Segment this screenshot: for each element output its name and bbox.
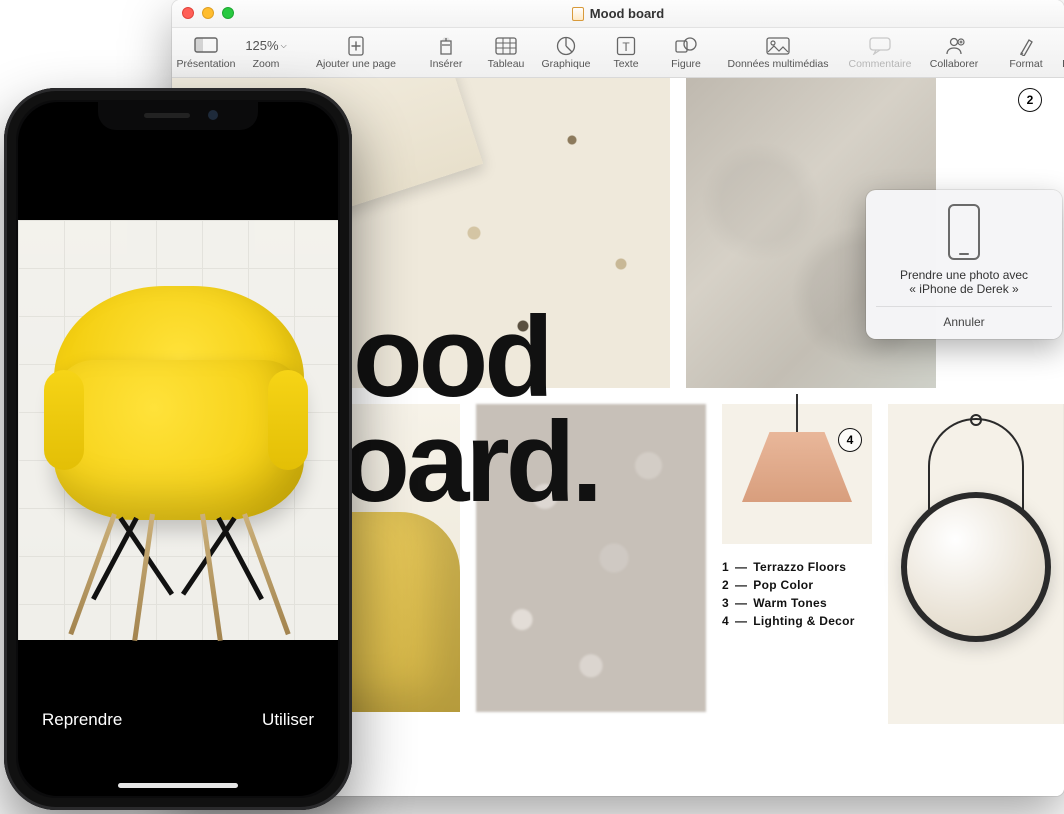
chart-button[interactable]: Graphique (538, 34, 594, 72)
add-page-icon (347, 36, 365, 56)
popover-cancel-button[interactable]: Annuler (876, 306, 1052, 333)
table-button[interactable]: Tableau (478, 34, 534, 72)
legend-row: 1—Terrazzo Floors (722, 560, 882, 574)
media-label: Données multimédias (728, 58, 829, 70)
text-button[interactable]: T Texte (598, 34, 654, 72)
iphone-notch (98, 102, 258, 130)
presentation-label: Présentation (177, 58, 236, 70)
use-photo-button[interactable]: Utiliser (262, 710, 314, 730)
collaborate-icon (943, 36, 965, 56)
document-icon (572, 7, 584, 21)
image-mirror[interactable] (888, 404, 1064, 724)
table-icon (495, 36, 517, 56)
format-icon (1017, 36, 1035, 56)
collaborate-button[interactable]: Collaborer (926, 34, 982, 72)
presentation-button[interactable]: Présentation (178, 34, 234, 72)
media-button[interactable]: Données multimédias (718, 34, 838, 72)
insert-label: Insérer (430, 58, 463, 70)
presentation-icon (194, 36, 218, 56)
continuity-camera-popover: Prendre une photo avec « iPhone de Derek… (866, 190, 1062, 339)
zoom-label: Zoom (253, 58, 280, 70)
popover-text-line2: « iPhone de Derek » (876, 282, 1052, 296)
insert-icon (438, 36, 454, 56)
iphone-screen: Reprendre Utiliser (18, 102, 338, 796)
chair-seat (54, 360, 304, 520)
camera-controls: Reprendre Utiliser (18, 656, 338, 796)
insert-button[interactable]: Insérer (418, 34, 474, 72)
legend-row: 3—Warm Tones (722, 596, 882, 610)
toolbar: Présentation 125%⌵ Zoom Ajouter une page… (172, 28, 1064, 78)
format-button[interactable]: Format (998, 34, 1054, 72)
comment-label: Commentaire (848, 58, 911, 70)
shape-button[interactable]: Figure (658, 34, 714, 72)
add-page-label: Ajouter une page (316, 58, 396, 70)
shape-label: Figure (671, 58, 701, 70)
minimize-icon[interactable] (202, 7, 214, 19)
iphone-device: Reprendre Utiliser (4, 88, 352, 810)
shape-icon (675, 36, 697, 56)
collaborate-label: Collaborer (930, 58, 978, 70)
camera-preview (18, 220, 338, 640)
comment-icon (869, 36, 891, 56)
svg-text:T: T (622, 40, 630, 54)
callout-4[interactable]: 4 (838, 428, 862, 452)
titlebar: Mood board (172, 0, 1064, 28)
image-lamp[interactable] (722, 404, 872, 544)
fullscreen-icon[interactable] (222, 7, 234, 19)
comment-button: Commentaire (842, 34, 918, 72)
chair-arm (268, 370, 308, 470)
text-icon: T (616, 36, 636, 56)
chart-icon (556, 36, 576, 56)
retake-button[interactable]: Reprendre (42, 710, 122, 730)
home-indicator[interactable] (118, 783, 238, 788)
chart-label: Graphique (541, 58, 590, 70)
close-icon[interactable] (182, 7, 194, 19)
callout-2[interactable]: 2 (1018, 88, 1042, 112)
window-controls (182, 7, 234, 19)
media-icon (766, 36, 790, 56)
window-title-text: Mood board (590, 6, 664, 21)
chair-arm (44, 370, 84, 470)
legend-row: 2—Pop Color (722, 578, 882, 592)
add-page-button[interactable]: Ajouter une page (310, 34, 402, 72)
popover-text-line1: Prendre une photo avec (876, 268, 1052, 282)
format-label: Format (1009, 58, 1042, 70)
window-title: Mood board (572, 6, 664, 21)
phone-outline-icon (948, 204, 980, 260)
text-label: Texte (613, 58, 638, 70)
zoom-value: 125%⌵ (245, 36, 286, 56)
table-label: Tableau (488, 58, 525, 70)
zoom-dropdown[interactable]: 125%⌵ Zoom (238, 34, 294, 72)
legend[interactable]: 1—Terrazzo Floors 2—Pop Color 3—Warm Ton… (722, 560, 882, 632)
legend-row: 4—Lighting & Decor (722, 614, 882, 628)
document-button[interactable]: Document (1058, 34, 1064, 72)
